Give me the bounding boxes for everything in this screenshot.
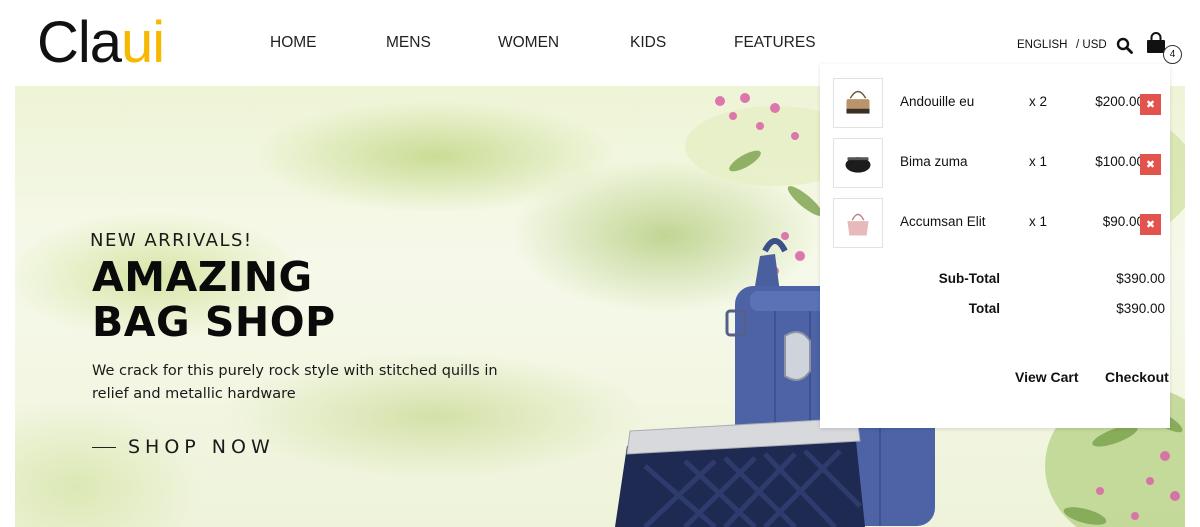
subtotal-label: Sub-Total: [938, 271, 1000, 286]
remove-item-button[interactable]: ✖: [1140, 154, 1161, 175]
cart-count-badge[interactable]: 4: [1163, 45, 1182, 64]
currency-selector[interactable]: / USD: [1076, 39, 1107, 51]
logo-text-accent: ui: [121, 10, 165, 75]
shop-now-button[interactable]: SHOP NOW: [92, 436, 275, 458]
product-thumbnail-clutch-black[interactable]: [833, 138, 883, 188]
cart-item-qty: x 2: [1029, 94, 1048, 109]
hero-title: AMAZING BAG SHOP: [92, 255, 512, 345]
shop-now-label: SHOP NOW: [128, 436, 275, 458]
cart-item-qty: x 1: [1029, 154, 1048, 169]
nav-home[interactable]: HOME: [270, 34, 317, 52]
cart-item-price: $200.00: [1095, 94, 1144, 109]
cart-item: Andouille eu x 2 $200.00 ✖: [820, 78, 1170, 128]
cart-item-name[interactable]: Andouille eu: [900, 94, 974, 109]
nav-women[interactable]: WOMEN: [498, 34, 559, 52]
nav-features[interactable]: FEATURES: [734, 34, 816, 52]
mini-cart-dropdown: Andouille eu x 2 $200.00 ✖ Bima zuma x 1…: [820, 64, 1170, 428]
logo-text-main: Cla: [37, 10, 122, 75]
cart-item: Accumsan Elit x 1 $90.00 ✖: [820, 198, 1170, 248]
product-thumbnail-handbag-tan[interactable]: [833, 78, 883, 128]
cart-item-name[interactable]: Accumsan Elit: [900, 214, 986, 229]
nav-mens[interactable]: MENS: [386, 34, 431, 52]
subtotal-value: $390.00: [1116, 271, 1165, 286]
logo[interactable]: Claui: [37, 8, 165, 78]
view-cart-button[interactable]: View Cart: [1015, 369, 1079, 385]
search-icon[interactable]: [1116, 37, 1133, 54]
cart-item: Bima zuma x 1 $100.00 ✖: [820, 138, 1170, 188]
shop-now-dash: [92, 446, 116, 448]
nav-kids[interactable]: KIDS: [630, 34, 666, 52]
total-value: $390.00: [1116, 301, 1165, 316]
cart-item-name[interactable]: Bima zuma: [900, 154, 968, 169]
product-thumbnail-handbag-pink[interactable]: [833, 198, 883, 248]
checkout-button[interactable]: Checkout: [1105, 369, 1169, 385]
hero-kicker: NEW ARRIVALS!: [90, 230, 253, 251]
hero-description: We crack for this purely rock style with…: [92, 363, 498, 402]
hero-title-line1: AMAZING: [92, 253, 313, 301]
remove-item-button[interactable]: ✖: [1140, 214, 1161, 235]
language-selector[interactable]: ENGLISH: [1017, 39, 1068, 51]
cart-item-price: $100.00: [1095, 154, 1144, 169]
hero-title-line2: BAG SHOP: [92, 298, 336, 346]
cart-item-qty: x 1: [1029, 214, 1048, 229]
cart-item-price: $90.00: [1102, 214, 1144, 229]
total-label: Total: [968, 301, 1000, 316]
remove-item-button[interactable]: ✖: [1140, 94, 1161, 115]
